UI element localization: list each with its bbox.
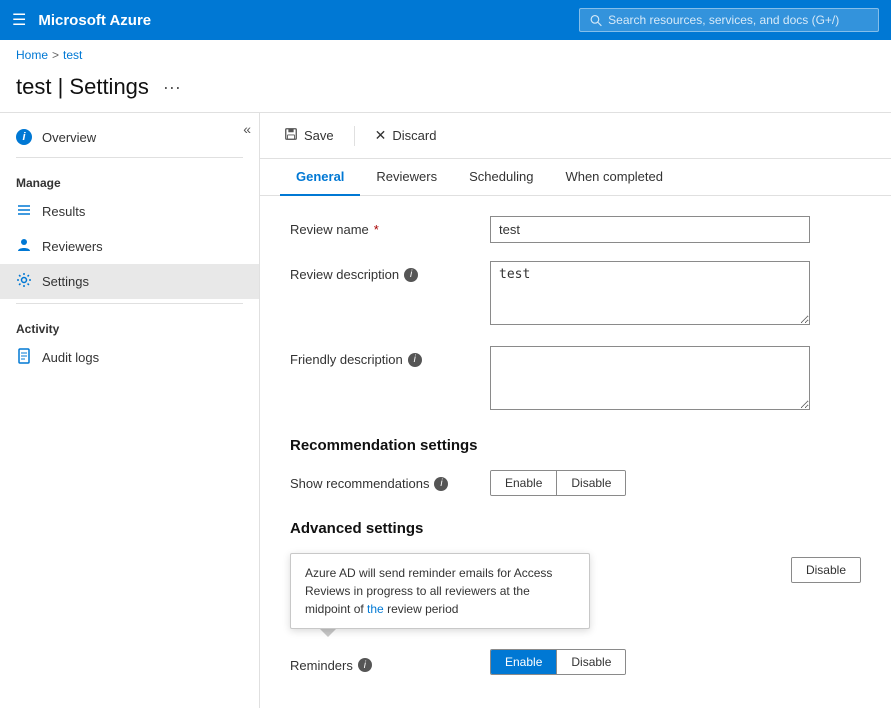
sidebar-collapse-button[interactable]: «	[243, 121, 251, 137]
required-indicator: *	[374, 222, 379, 237]
hamburger-icon[interactable]: ☰	[12, 10, 26, 30]
save-button[interactable]: Save	[280, 123, 338, 148]
friendly-description-label: Friendly description i	[290, 346, 470, 367]
review-description-info-icon[interactable]: i	[404, 268, 418, 282]
page-wrapper: Home > test test | Settings ··· « i Over…	[0, 40, 891, 708]
breadcrumb-home[interactable]: Home	[16, 48, 48, 62]
recommendation-settings-header: Recommendation settings	[290, 437, 861, 454]
reminders-enable-button[interactable]: Enable	[491, 650, 556, 674]
advanced-settings-header: Advanced settings	[290, 520, 861, 537]
friendly-description-input[interactable]	[490, 346, 810, 410]
review-description-control: test	[490, 261, 810, 328]
reminders-toggle-area: Enable Disable	[490, 649, 626, 675]
breadcrumb-sep: >	[52, 48, 59, 62]
tab-scheduling[interactable]: Scheduling	[453, 159, 549, 196]
review-name-input[interactable]	[490, 216, 810, 243]
show-rec-disable-button[interactable]: Disable	[556, 471, 625, 495]
sidebar-divider-1	[16, 157, 243, 158]
sidebar-item-settings-label: Settings	[42, 274, 89, 289]
form-row-review-name: Review name *	[290, 216, 861, 243]
sidebar: « i Overview Manage Results	[0, 113, 260, 708]
page-title-section: Settings	[69, 74, 149, 99]
show-recommendations-control: Enable Disable	[490, 470, 810, 496]
page-title-row: test | Settings ···	[0, 70, 891, 112]
form-row-review-description: Review description i test	[290, 261, 861, 328]
reminders-disable-button[interactable]: Disable	[556, 650, 625, 674]
review-description-input[interactable]: test	[490, 261, 810, 325]
form-row-show-recommendations: Show recommendations i Enable Disable	[290, 470, 861, 496]
show-rec-info-icon[interactable]: i	[434, 477, 448, 491]
tab-when-completed[interactable]: When completed	[549, 159, 679, 196]
breadcrumb: Home > test	[0, 40, 891, 70]
tooltip-arrow	[320, 629, 336, 637]
audit-logs-icon	[16, 348, 32, 367]
reminder-tooltip-text: Azure AD will send reminder emails for A…	[305, 566, 552, 616]
advanced-disable-toggle: Disable	[791, 557, 861, 583]
main-layout: « i Overview Manage Results	[0, 112, 891, 708]
tab-general[interactable]: General	[280, 159, 360, 196]
sidebar-item-overview[interactable]: i Overview	[0, 121, 259, 153]
reminder-tooltip-callout: Azure AD will send reminder emails for A…	[290, 553, 590, 629]
review-description-label: Review description i	[290, 261, 470, 282]
search-bar[interactable]	[579, 8, 879, 32]
sidebar-item-audit-logs[interactable]: Audit logs	[0, 340, 259, 375]
form-area: Review name * Review description i test	[260, 196, 891, 695]
toolbar: Save ✕ Discard	[260, 113, 891, 159]
page-title: test | Settings	[16, 74, 149, 100]
overview-icon: i	[16, 129, 32, 145]
friendly-description-info-icon[interactable]: i	[408, 353, 422, 367]
breadcrumb-test[interactable]: test	[63, 48, 82, 62]
top-nav: ☰ Microsoft Azure	[0, 0, 891, 40]
settings-icon	[16, 272, 32, 291]
advanced-disable-toggle-area: Disable	[791, 553, 861, 583]
discard-label: Discard	[392, 128, 436, 143]
app-title: Microsoft Azure	[38, 12, 567, 29]
review-name-label: Review name *	[290, 216, 470, 237]
sidebar-section-manage: Manage	[0, 162, 259, 194]
show-recommendations-label: Show recommendations i	[290, 470, 470, 491]
friendly-description-control	[490, 346, 810, 413]
save-icon	[284, 127, 298, 144]
reminders-label: Reminders i	[290, 652, 470, 673]
search-icon	[590, 14, 602, 27]
sidebar-item-reviewers-label: Reviewers	[42, 239, 103, 254]
discard-icon: ✕	[375, 127, 387, 144]
review-name-control	[490, 216, 810, 243]
sidebar-item-overview-label: Overview	[42, 130, 96, 145]
sidebar-section-activity: Activity	[0, 308, 259, 340]
tab-reviewers[interactable]: Reviewers	[360, 159, 453, 196]
more-options-button[interactable]: ···	[157, 75, 187, 100]
reminders-info-icon[interactable]: i	[358, 658, 372, 672]
form-row-friendly-description: Friendly description i	[290, 346, 861, 413]
save-label: Save	[304, 128, 334, 143]
toolbar-divider	[354, 126, 355, 146]
advanced-disable-button[interactable]: Disable	[792, 558, 860, 582]
sidebar-item-results-label: Results	[42, 204, 85, 219]
results-icon	[16, 202, 32, 221]
show-rec-enable-button[interactable]: Enable	[491, 471, 556, 495]
reminder-tooltip-area: Azure AD will send reminder emails for A…	[290, 553, 775, 637]
page-title-separator: |	[58, 74, 70, 99]
reminders-toggle: Enable Disable	[490, 649, 626, 675]
discard-button[interactable]: ✕ Discard	[371, 123, 441, 148]
search-input[interactable]	[608, 13, 868, 27]
reminders-row: Reminders i Enable Disable	[290, 649, 861, 675]
sidebar-divider-2	[16, 303, 243, 304]
content-area: Save ✕ Discard General Reviewers Schedul…	[260, 113, 891, 708]
tabs: General Reviewers Scheduling When comple…	[260, 159, 891, 196]
show-recommendations-toggle: Enable Disable	[490, 470, 626, 496]
page-title-name: test	[16, 74, 51, 99]
sidebar-item-settings[interactable]: Settings	[0, 264, 259, 299]
sidebar-item-audit-logs-label: Audit logs	[42, 350, 99, 365]
reviewers-icon	[16, 237, 32, 256]
sidebar-item-reviewers[interactable]: Reviewers	[0, 229, 259, 264]
reminder-tooltip-link[interactable]: the	[367, 602, 384, 616]
sidebar-item-results[interactable]: Results	[0, 194, 259, 229]
